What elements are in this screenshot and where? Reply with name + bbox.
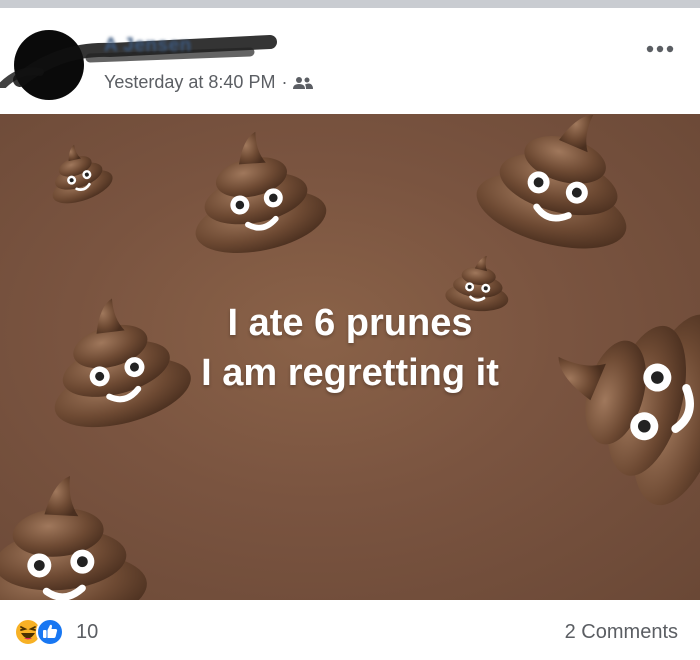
timestamp[interactable]: Yesterday at 8:40 PM [104,72,275,93]
poo-emoji [0,470,150,600]
like-reaction-icon [36,618,64,646]
comments-link[interactable]: 2 Comments [565,621,678,644]
top-divider [0,0,700,8]
reaction-icons [14,618,68,646]
post-header: A Jensen Yesterday at 8:40 PM · [0,8,700,114]
avatar[interactable] [14,30,84,100]
reaction-count: 10 [76,620,99,643]
post-image[interactable]: I ate 6 prunes I am regretting it [0,114,700,600]
meta-separator: · [281,72,288,92]
post-meta: Yesterday at 8:40 PM · [104,72,314,93]
author-name[interactable]: A Jensen [104,35,192,57]
post-text-line-1: I ate 6 prunes [227,302,473,344]
post-footer: 10 2 Comments [0,600,700,660]
post-text: I ate 6 prunes I am regretting it [0,298,700,398]
poo-emoji [37,134,119,212]
post-text-line-2: I am regretting it [201,352,499,394]
more-options-icon[interactable] [646,45,674,53]
poo-emoji [177,121,332,264]
poo-emoji [469,114,653,263]
friends-icon[interactable] [293,76,314,90]
reaction-summary[interactable]: 10 [14,618,98,646]
